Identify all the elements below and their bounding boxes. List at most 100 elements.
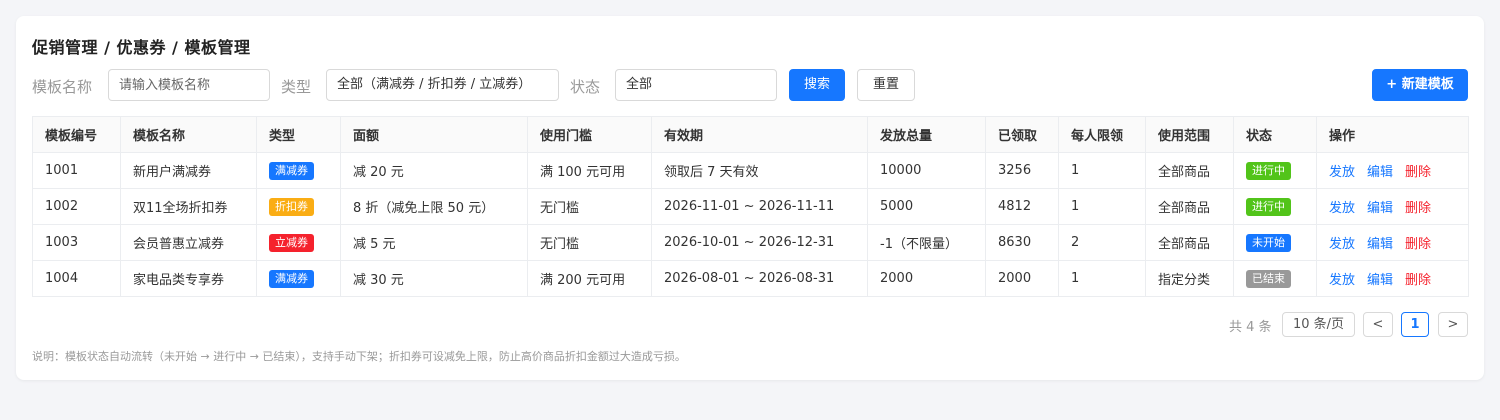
edit-link[interactable]: 编辑	[1367, 165, 1393, 180]
limit-cell: 2	[1058, 224, 1146, 261]
delete-link[interactable]: 删除	[1405, 165, 1431, 180]
claimed-cell: 8630	[985, 224, 1059, 261]
status-badge: 进行中	[1246, 161, 1291, 180]
status-label: 状态	[570, 78, 601, 96]
template-id-cell: 1002	[32, 188, 121, 225]
total-cell: 5000	[867, 188, 986, 225]
claimed-cell: 4812	[985, 188, 1059, 225]
next-page-button[interactable]: >	[1438, 312, 1468, 337]
issue-link[interactable]: 发放	[1329, 201, 1355, 216]
pagination: 共 4 条 10 条/页 < 1 >	[1229, 312, 1468, 338]
total-cell: 10000	[867, 152, 986, 189]
validity-cell: 2026-11-01 ~ 2026-11-11	[651, 188, 868, 225]
actions-cell: 发放 编辑 删除	[1316, 188, 1469, 225]
help-note: 说明：模板状态自动流转（未开始 → 进行中 → 已结束），支持手动下架；折扣券可…	[32, 350, 686, 363]
template-name-cell: 家电品类专享券	[120, 260, 257, 297]
column-header: 有效期	[651, 116, 868, 153]
column-header: 使用范围	[1145, 116, 1234, 153]
template-id-cell: 1003	[32, 224, 121, 261]
table-row: 1001 新用户满减券 满减券 减 20 元 满 100 元可用 领取后 7 天…	[32, 152, 1469, 189]
edit-link[interactable]: 编辑	[1367, 201, 1393, 216]
new-template-button[interactable]: + 新建模板	[1372, 69, 1468, 101]
delete-link[interactable]: 删除	[1405, 237, 1431, 252]
amount-cell: 减 30 元	[340, 260, 528, 297]
claimed-cell: 2000	[985, 260, 1059, 297]
page-1-button[interactable]: 1	[1401, 312, 1429, 337]
amount-cell: 8 折（减免上限 50 元）	[340, 188, 528, 225]
type-cell: 折扣券	[256, 188, 341, 225]
column-header: 已领取	[985, 116, 1059, 153]
delete-link[interactable]: 删除	[1405, 201, 1431, 216]
column-header: 发放总量	[867, 116, 986, 153]
scope-cell: 全部商品	[1145, 188, 1234, 225]
status-cell: 已结束	[1233, 260, 1317, 297]
actions-cell: 发放 编辑 删除	[1316, 260, 1469, 297]
threshold-cell: 无门槛	[527, 188, 652, 225]
template-id-cell: 1004	[32, 260, 121, 297]
limit-cell: 1	[1058, 188, 1146, 225]
page-title: 促销管理 / 优惠券 / 模板管理	[32, 38, 251, 57]
status-cell: 进行中	[1233, 152, 1317, 189]
filter-bar: 模板名称 类型 全部（满减券 / 折扣券 / 立减券） 状态 全部 搜索 重置 …	[32, 69, 1468, 101]
validity-cell: 2026-08-01 ~ 2026-08-31	[651, 260, 868, 297]
threshold-cell: 满 100 元可用	[527, 152, 652, 189]
validity-cell: 领取后 7 天有效	[651, 152, 868, 189]
prev-page-button[interactable]: <	[1363, 312, 1393, 337]
claimed-cell: 3256	[985, 152, 1059, 189]
column-header: 每人限领	[1058, 116, 1146, 153]
template-name-cell: 新用户满减券	[120, 152, 257, 189]
limit-cell: 1	[1058, 152, 1146, 189]
actions-cell: 发放 编辑 删除	[1316, 152, 1469, 189]
issue-link[interactable]: 发放	[1329, 165, 1355, 180]
column-header: 操作	[1316, 116, 1469, 153]
type-cell: 立减券	[256, 224, 341, 261]
type-label: 类型	[281, 78, 312, 96]
scope-cell: 指定分类	[1145, 260, 1234, 297]
column-header: 模板编号	[32, 116, 121, 153]
table-row: 1004 家电品类专享券 满减券 减 30 元 满 200 元可用 2026-0…	[32, 260, 1469, 297]
amount-cell: 减 5 元	[340, 224, 528, 261]
edit-link[interactable]: 编辑	[1367, 237, 1393, 252]
template-management-card: 促销管理 / 优惠券 / 模板管理 模板名称 类型 全部（满减券 / 折扣券 /…	[16, 16, 1484, 380]
column-header: 类型	[256, 116, 341, 153]
issue-link[interactable]: 发放	[1329, 273, 1355, 288]
template-name-cell: 会员普惠立减券	[120, 224, 257, 261]
type-cell: 满减券	[256, 152, 341, 189]
threshold-cell: 满 200 元可用	[527, 260, 652, 297]
edit-link[interactable]: 编辑	[1367, 273, 1393, 288]
column-header: 面额	[340, 116, 528, 153]
type-tag: 立减券	[269, 233, 314, 252]
type-tag: 折扣券	[269, 197, 314, 216]
issue-link[interactable]: 发放	[1329, 237, 1355, 252]
status-badge: 已结束	[1246, 269, 1291, 288]
column-header: 使用门槛	[527, 116, 652, 153]
table-header-row: 模板编号 模板名称 类型 面额 使用门槛 有效期 发放总量 已领取 每人限领 使…	[32, 116, 1469, 153]
amount-cell: 减 20 元	[340, 152, 528, 189]
scope-cell: 全部商品	[1145, 152, 1234, 189]
total-cell: 2000	[867, 260, 986, 297]
type-tag: 满减券	[269, 269, 314, 288]
threshold-cell: 无门槛	[527, 224, 652, 261]
scope-cell: 全部商品	[1145, 224, 1234, 261]
delete-link[interactable]: 删除	[1405, 273, 1431, 288]
type-cell: 满减券	[256, 260, 341, 297]
search-button[interactable]: 搜索	[789, 69, 845, 101]
total-cell: -1（不限量）	[867, 224, 986, 261]
template-name-label: 模板名称	[32, 78, 93, 96]
template-name-cell: 双11全场折扣券	[120, 188, 257, 225]
page-size-select[interactable]: 10 条/页	[1282, 312, 1355, 337]
column-header: 模板名称	[120, 116, 257, 153]
table-row: 1003 会员普惠立减券 立减券 减 5 元 无门槛 2026-10-01 ~ …	[32, 224, 1469, 261]
status-badge: 未开始	[1246, 233, 1291, 252]
total-count: 共 4 条	[1229, 320, 1272, 335]
reset-button[interactable]: 重置	[857, 69, 915, 101]
type-tag: 满减券	[269, 161, 314, 180]
template-name-input[interactable]	[108, 69, 270, 101]
type-select[interactable]: 全部（满减券 / 折扣券 / 立减券）	[326, 69, 559, 101]
validity-cell: 2026-10-01 ~ 2026-12-31	[651, 224, 868, 261]
column-header: 状态	[1233, 116, 1317, 153]
status-select[interactable]: 全部	[615, 69, 777, 101]
table-row: 1002 双11全场折扣券 折扣券 8 折（减免上限 50 元） 无门槛 202…	[32, 188, 1469, 225]
limit-cell: 1	[1058, 260, 1146, 297]
status-badge: 进行中	[1246, 197, 1291, 216]
